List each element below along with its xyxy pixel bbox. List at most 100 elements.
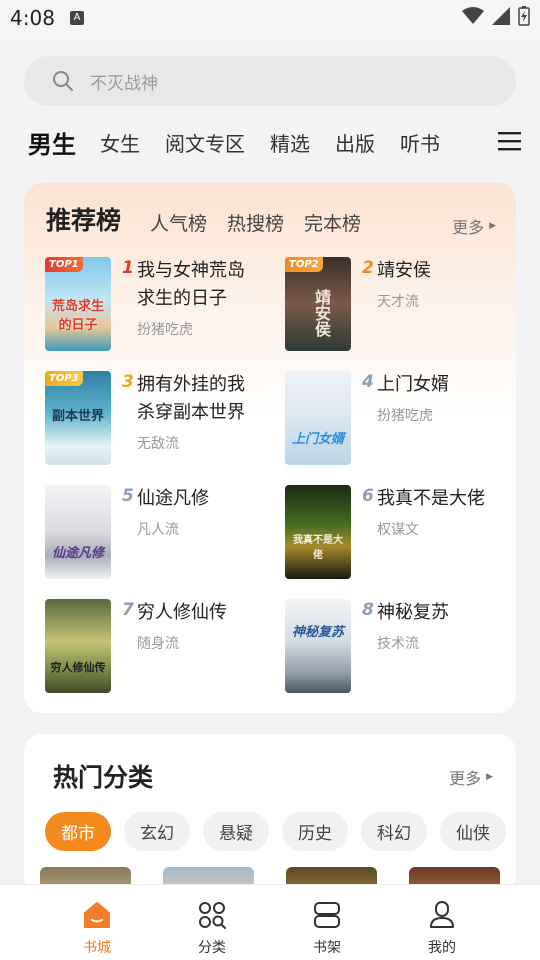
signal-icon — [492, 7, 510, 25]
ranking-tabs: 人气榜 热搜榜 完本榜 — [150, 209, 381, 236]
book-title: 仙途凡修 — [137, 488, 209, 509]
ranking-title: 推荐榜 — [46, 206, 122, 235]
book-cover: 荒岛求生的日子 TOP1 — [45, 257, 111, 351]
chevron-right-icon: ▶ — [486, 772, 493, 782]
rank-number: 1 — [122, 258, 134, 278]
book-cover: 上门女婿 — [285, 371, 351, 465]
more-label: 更多 — [452, 218, 485, 237]
bookshelf-icon — [314, 902, 340, 928]
tab-male[interactable]: 男生 — [28, 125, 76, 160]
search-placeholder: 不灭战神 — [90, 73, 158, 94]
status-icons — [462, 6, 530, 26]
cover-title: 副本世界 — [51, 409, 104, 424]
category-chips: 都市 玄幻 悬疑 历史 科幻 仙侠 — [45, 812, 516, 851]
cover-title: 穷人修仙传 — [50, 661, 106, 674]
book-tag: 权谋文 — [377, 522, 419, 538]
ranking-more-link[interactable]: 更多 ▶ — [452, 214, 496, 238]
book-tag: 凡人流 — [137, 522, 179, 538]
chip-mystery[interactable]: 悬疑 — [203, 812, 269, 851]
book-item[interactable]: 荒岛求生的日子 TOP1 1 我与女神荒岛求生的日子 扮猪吃虎 — [45, 257, 277, 353]
book-title: 靖安侯 — [377, 260, 431, 281]
nav-label: 分类 — [198, 940, 226, 956]
book-item[interactable]: 副本世界 TOP3 3 拥有外挂的我杀穿副本世界 无敌流 — [45, 371, 277, 467]
nav-label: 我的 — [428, 940, 456, 956]
category-grid-icon — [199, 902, 226, 929]
chip-urban[interactable]: 都市 — [45, 812, 111, 851]
channel-tabs: 男生 女生 阅文专区 精选 出版 听书 — [28, 122, 465, 162]
chip-scifi[interactable]: 科幻 — [361, 812, 427, 851]
rank-number: 2 — [362, 258, 374, 278]
book-tag: 技术流 — [377, 636, 419, 652]
chip-history[interactable]: 历史 — [282, 812, 348, 851]
notification-a-icon: A — [70, 11, 84, 25]
status-bar: 4:08 A — [0, 0, 540, 40]
nav-category[interactable]: 分类 — [172, 901, 252, 957]
book-title: 神秘复苏 — [377, 602, 449, 623]
profile-icon — [430, 901, 454, 928]
book-item[interactable]: 靖安侯 TOP2 2 靖安侯 天才流 — [285, 257, 516, 353]
categories-more-link[interactable]: 更多 ▶ — [449, 765, 493, 789]
book-cover: 穷人修仙传 — [45, 599, 111, 693]
search-input[interactable]: 不灭战神 — [24, 56, 516, 106]
nav-label: 书架 — [313, 940, 341, 956]
cover-title: 神秘复苏 — [291, 625, 344, 640]
book-item[interactable]: 我真不是大佬 6 我真不是大佬 权谋文 — [285, 485, 516, 581]
rank-number: 4 — [362, 372, 374, 392]
tab-hot-search[interactable]: 热搜榜 — [227, 209, 284, 236]
book-title: 上门女婿 — [377, 374, 449, 395]
menu-icon[interactable] — [498, 131, 522, 151]
bottom-nav: 书城 分类 书架 我的 — [0, 884, 540, 960]
rank-number: 3 — [122, 372, 134, 392]
battery-icon — [518, 6, 530, 26]
home-icon — [84, 902, 110, 928]
rank-badge: TOP2 — [285, 257, 323, 272]
hot-categories-title: 热门分类 — [53, 763, 154, 792]
book-title: 穷人修仙传 — [137, 602, 227, 623]
nav-profile[interactable]: 我的 — [402, 901, 482, 957]
book-tag: 天才流 — [377, 294, 419, 310]
rank-badge: TOP1 — [45, 257, 83, 272]
cover-title: 荒岛求生的日子 — [51, 299, 104, 333]
book-item[interactable]: 仙途凡修 5 仙途凡修 凡人流 — [45, 485, 277, 581]
status-time: 4:08 — [10, 6, 55, 30]
search-icon — [53, 71, 73, 91]
tab-publishing[interactable]: 出版 — [335, 128, 375, 157]
cover-title: 我真不是大佬 — [293, 535, 343, 561]
nav-label: 书城 — [83, 940, 111, 956]
hot-categories-card: 热门分类 更多 ▶ 都市 玄幻 悬疑 历史 科幻 仙侠 — [24, 734, 516, 894]
rank-number: 8 — [362, 600, 374, 620]
book-cover: 靖安侯 TOP2 — [285, 257, 351, 351]
chip-fantasy[interactable]: 玄幻 — [124, 812, 190, 851]
tab-audio[interactable]: 听书 — [400, 128, 440, 157]
tab-featured[interactable]: 精选 — [270, 128, 310, 157]
book-tag: 随身流 — [137, 636, 179, 652]
nav-bookstore[interactable]: 书城 — [57, 901, 137, 957]
book-title: 拥有外挂的我杀穿副本世界 — [137, 374, 245, 423]
book-item[interactable]: 神秘复苏 8 神秘复苏 技术流 — [285, 599, 516, 695]
book-tag: 无敌流 — [137, 436, 179, 452]
more-label: 更多 — [449, 769, 482, 788]
nav-bookshelf[interactable]: 书架 — [287, 901, 367, 957]
cover-title: 上门女婿 — [291, 432, 344, 447]
rank-number: 6 — [362, 486, 374, 506]
rank-badge: TOP3 — [45, 371, 83, 386]
book-tag: 扮猪吃虎 — [137, 322, 193, 338]
rank-number: 7 — [122, 600, 134, 620]
tab-yuewen[interactable]: 阅文专区 — [165, 128, 245, 157]
book-cover: 神秘复苏 — [285, 599, 351, 693]
book-title: 我真不是大佬 — [377, 488, 485, 509]
book-title: 我与女神荒岛求生的日子 — [137, 260, 245, 309]
cover-title: 靖安侯 — [312, 289, 331, 337]
book-tag: 扮猪吃虎 — [377, 408, 433, 424]
book-item[interactable]: 上门女婿 4 上门女婿 扮猪吃虎 — [285, 371, 516, 467]
book-item[interactable]: 穷人修仙传 7 穷人修仙传 随身流 — [45, 599, 277, 695]
chip-xianxia[interactable]: 仙侠 — [440, 812, 506, 851]
book-cover: 我真不是大佬 — [285, 485, 351, 579]
cover-title: 仙途凡修 — [51, 546, 104, 561]
tab-popular[interactable]: 人气榜 — [150, 209, 207, 236]
chevron-right-icon: ▶ — [489, 221, 496, 231]
tab-completed[interactable]: 完本榜 — [304, 209, 361, 236]
wifi-icon — [462, 7, 484, 24]
ranking-card: 推荐榜 人气榜 热搜榜 完本榜 更多 ▶ 荒岛求生的日子 TOP1 1 我与女神… — [24, 183, 516, 713]
tab-female[interactable]: 女生 — [100, 128, 140, 157]
